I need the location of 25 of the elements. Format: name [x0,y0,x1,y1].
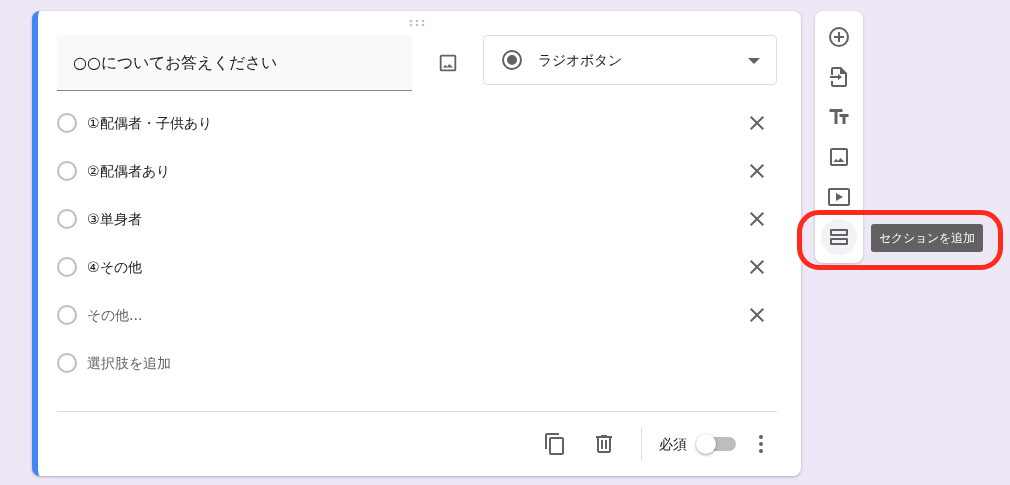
tooltip: セクションを追加 [871,224,983,252]
copy-icon [543,432,567,456]
required-label: 必須 [659,434,687,454]
option-label: ③単身者 [87,209,143,229]
add-section-button[interactable] [821,219,857,255]
radio-circle [57,209,77,229]
required-toggle[interactable] [696,434,736,454]
option-label: ②配偶者あり [87,161,171,181]
radio-circle [57,353,77,373]
option-label: ①配偶者・子供あり [87,113,213,133]
radio-circle [57,305,77,325]
more-icon [759,435,763,453]
dropdown-label: ラジオボタン [538,50,624,70]
radio-button-icon [500,48,525,72]
option-label: その他... [87,305,144,325]
option-label: ④その他 [87,257,143,277]
radio-circle [57,257,77,277]
video-icon [827,185,851,209]
image-icon [827,145,851,169]
drag-handle-icon [409,19,425,27]
question-title-field[interactable]: ○○についてお答えください [57,35,412,91]
question-type-dropdown[interactable]: ラジオボタン [483,35,777,85]
radio-circle [57,113,77,133]
radio-circle [57,161,77,181]
add-option-link[interactable]: 選択肢を追加 [87,352,777,374]
